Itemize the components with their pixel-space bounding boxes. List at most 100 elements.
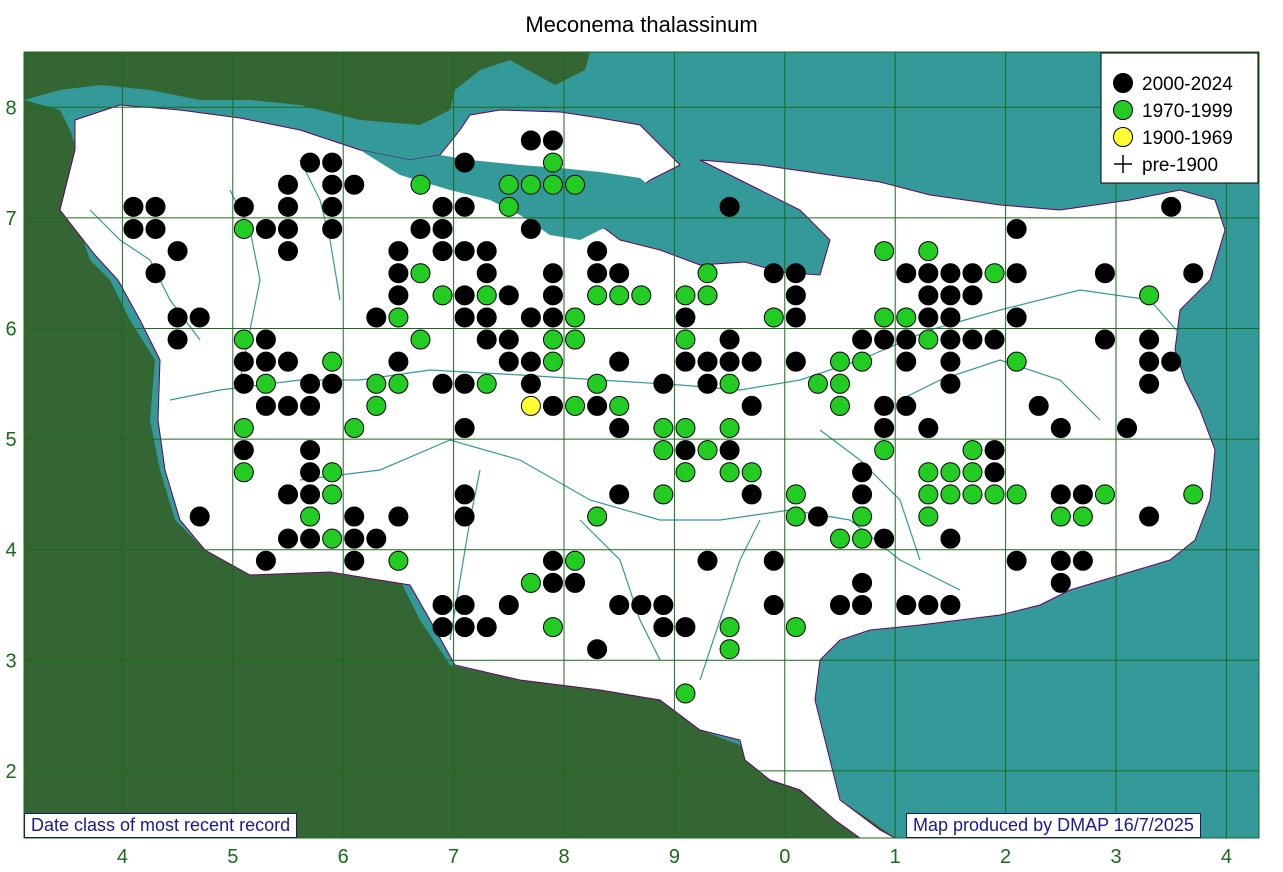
record-point-2000-2024 [520, 130, 541, 151]
record-point-2000-2024 [587, 241, 608, 262]
record-point-1970-1999 [719, 462, 740, 483]
record-point-1970-1999 [984, 484, 1005, 505]
record-point-1970-1999 [675, 683, 696, 704]
record-point-2000-2024 [852, 484, 873, 505]
legend-label: pre-1900 [1142, 155, 1218, 176]
record-point-1970-1999 [1050, 506, 1071, 527]
record-point-2000-2024 [896, 595, 917, 615]
record-point-2000-2024 [388, 351, 409, 372]
record-point-2000-2024 [697, 351, 718, 372]
record-point-2000-2024 [874, 418, 895, 439]
record-point-2000-2024 [940, 329, 961, 350]
record-point-1970-1999 [366, 395, 387, 416]
record-point-1970-1999 [1094, 484, 1115, 505]
record-point-2000-2024 [675, 307, 696, 328]
record-point-2000-2024 [1006, 263, 1027, 284]
record-point-1970-1999 [852, 528, 873, 549]
record-point-2000-2024 [322, 218, 343, 239]
record-point-2000-2024 [542, 130, 563, 151]
record-point-2000-2024 [520, 307, 541, 328]
x-tick-label: 0 [779, 846, 790, 868]
record-point-2000-2024 [454, 241, 475, 262]
record-point-1970-1999 [697, 263, 718, 284]
record-point-1970-1999 [1006, 351, 1027, 372]
record-point-1970-1999 [1072, 506, 1093, 527]
record-point-2000-2024 [984, 329, 1005, 350]
record-point-2000-2024 [255, 395, 276, 416]
record-point-2000-2024 [388, 285, 409, 306]
record-point-1970-1999 [785, 617, 806, 638]
record-point-2000-2024 [498, 329, 519, 350]
record-point-2000-2024 [255, 329, 276, 350]
record-point-2000-2024 [366, 307, 387, 328]
record-point-2000-2024 [785, 285, 806, 306]
record-point-2000-2024 [1050, 572, 1071, 593]
y-tick-label: 2 [5, 761, 16, 783]
record-point-2000-2024 [542, 550, 563, 571]
record-point-1970-1999 [322, 351, 343, 372]
record-point-1970-1999 [719, 617, 740, 638]
record-point-2000-2024 [454, 285, 475, 306]
record-point-1970-1999 [542, 152, 563, 173]
distribution-map: 4 5 6 7 8 9 0 1 2 3 4 8 7 6 5 4 3 2 2000-2024 1970-1999 19… [5, 51, 1260, 868]
record-point-2000-2024 [388, 241, 409, 262]
record-point-2000-2024 [366, 528, 387, 549]
record-point-2000-2024 [432, 241, 453, 262]
record-point-2000-2024 [609, 418, 630, 439]
y-axis-labels: 8 7 6 5 4 3 2 [5, 97, 16, 783]
record-point-1970-1999 [587, 506, 608, 527]
record-point-1970-1999 [233, 462, 254, 483]
record-point-1970-1999 [322, 462, 343, 483]
record-point-2000-2024 [940, 263, 961, 284]
record-point-1970-1999 [410, 263, 431, 284]
record-point-2000-2024 [454, 595, 475, 615]
record-point-2000-2024 [896, 263, 917, 284]
record-point-1970-1999 [653, 484, 674, 505]
record-point-1970-1999 [719, 373, 740, 394]
record-point-2000-2024 [454, 307, 475, 328]
record-point-1970-1999 [741, 462, 762, 483]
record-point-2000-2024 [1139, 329, 1160, 350]
record-point-2000-2024 [454, 196, 475, 217]
record-point-1970-1999 [785, 506, 806, 527]
record-point-2000-2024 [300, 528, 321, 549]
legend-label: 1900-1969 [1142, 128, 1233, 149]
record-point-2000-2024 [520, 373, 541, 394]
record-point-2000-2024 [675, 617, 696, 638]
record-point-2000-2024 [322, 196, 343, 217]
record-point-1970-1999 [697, 440, 718, 461]
record-point-2000-2024 [542, 572, 563, 593]
x-tick-label: 1 [890, 846, 901, 868]
record-point-2000-2024 [852, 572, 873, 593]
record-point-1970-1999 [807, 373, 828, 394]
record-point-2000-2024 [1028, 395, 1049, 416]
record-point-2000-2024 [189, 506, 210, 527]
record-point-2000-2024 [940, 285, 961, 306]
record-point-2000-2024 [1072, 550, 1093, 571]
record-point-2000-2024 [167, 329, 188, 350]
legend-label: 1970-1999 [1142, 101, 1233, 122]
record-point-2000-2024 [962, 285, 983, 306]
record-point-2000-2024 [278, 241, 298, 262]
record-point-1970-1999 [388, 550, 409, 571]
record-point-1970-1999 [498, 196, 519, 217]
record-point-1970-1999 [565, 395, 586, 416]
record-point-2000-2024 [565, 572, 586, 593]
date-class-note: Date class of most recent record [24, 813, 298, 838]
record-point-1970-1999 [918, 241, 939, 262]
record-point-2000-2024 [852, 462, 873, 483]
record-point-2000-2024 [918, 418, 939, 439]
record-point-1970-1999 [476, 285, 497, 306]
y-tick-label: 3 [5, 650, 16, 672]
record-point-2000-2024 [807, 506, 828, 527]
record-point-1970-1999 [410, 329, 431, 350]
record-point-2000-2024 [763, 550, 784, 571]
record-point-2000-2024 [1094, 329, 1115, 350]
record-point-1970-1999 [520, 572, 541, 593]
record-point-1970-1999 [609, 395, 630, 416]
record-point-1970-1999 [940, 462, 961, 483]
record-point-2000-2024 [830, 595, 850, 615]
record-point-2000-2024 [918, 595, 939, 615]
record-point-2000-2024 [719, 351, 740, 372]
record-point-2000-2024 [874, 528, 895, 549]
